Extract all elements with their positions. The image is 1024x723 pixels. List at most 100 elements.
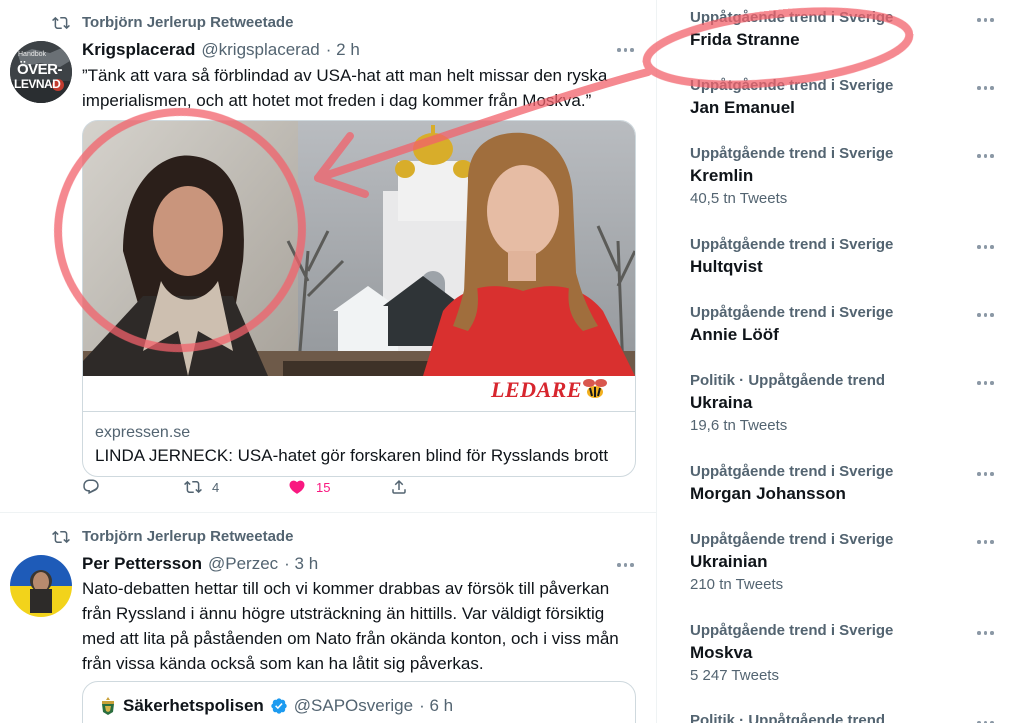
card-meta: expressen.se LINDA JERNECK: USA-hatet gö… (83, 411, 635, 476)
trend-context: Uppåtgående trend i Sverige (690, 622, 894, 639)
tweet-text-line: från vissa kända också som kan ha låtit … (82, 654, 484, 673)
tweet-text-line: med att lita på påståenden om Nato från … (82, 629, 619, 648)
more-options-icon[interactable] (977, 84, 997, 92)
more-options-icon[interactable] (977, 719, 997, 723)
trend-context: Uppåtgående trend i Sverige (690, 463, 894, 480)
trends-sidebar: Uppåtgående trend i Sverige Frida Strann… (657, 0, 1024, 723)
quoted-tweet[interactable]: Säkerhetspolisen @SAPOsverige · 6 h (82, 681, 636, 723)
more-options-icon[interactable] (617, 46, 637, 54)
trend-item[interactable]: Uppåtgående trend i Sverige Jan Emanuel (690, 76, 1010, 120)
like-button[interactable]: 15 (288, 478, 330, 496)
trend-context: Politik · Uppåtgående trend (690, 712, 886, 723)
trend-context: Uppåtgående trend i Sverige (690, 9, 894, 26)
retweet-button[interactable]: 4 (184, 478, 219, 496)
author-name[interactable]: Per Pettersson (82, 554, 202, 574)
trend-name: Kremlin (690, 166, 754, 185)
trend-tweet-count: 40,5 tn Tweets (690, 190, 788, 207)
quoted-tweet-header: Säkerhetspolisen @SAPOsverige · 6 h (99, 696, 453, 716)
heart-icon (289, 480, 305, 494)
trend-name: Morgan Johansson (690, 484, 846, 503)
retweet-icon (52, 530, 70, 544)
timeline-feed: Torbjörn Jerlerup Retweetade Handbok ÖVE… (0, 0, 657, 723)
tweet-header: Per Pettersson @Perzec · 3 h (82, 554, 318, 574)
avatar-text-large-2: LEVNAD (14, 77, 61, 91)
verified-badge-icon (271, 698, 287, 714)
author-name[interactable]: Krigsplacerad (82, 40, 195, 60)
tweet-actions: 4 15 (82, 478, 422, 498)
trend-item[interactable]: Uppåtgående trend i Sverige Moskva 5 247… (690, 621, 1010, 687)
trend-name: Ukrainian (690, 552, 768, 571)
trend-context: Uppåtgående trend i Sverige (690, 531, 894, 548)
author-handle[interactable]: @krigsplacerad (201, 40, 319, 60)
retweet-indicator: Torbjörn Jerlerup Retweetade (52, 528, 293, 545)
tweet-text-line: imperialismen, och att hotet mot freden … (82, 91, 592, 110)
share-button[interactable] (390, 478, 408, 496)
retweeted-by-label[interactable]: Torbjörn Jerlerup Retweetade (82, 528, 293, 545)
card-image: LEDARE (83, 121, 635, 411)
avatar-image (10, 555, 72, 617)
card-domain: expressen.se (95, 424, 191, 441)
trend-tweet-count: 5 247 Tweets (690, 667, 779, 684)
link-card[interactable]: LEDARE expressen.se LINDA JERNECK: USA-h… (82, 120, 636, 477)
avatar[interactable] (10, 555, 72, 617)
trend-name: Ukraina (690, 393, 753, 412)
tweet-text-line: ”Tänk att vara så förblindad av USA-hat … (82, 66, 608, 85)
more-options-icon[interactable] (977, 311, 997, 319)
tweet-time[interactable]: · 3 h (284, 554, 318, 574)
retweet-indicator: Torbjörn Jerlerup Retweetade (52, 14, 293, 31)
trend-item[interactable]: Uppåtgående trend i Sverige Kremlin 40,5… (690, 144, 1010, 210)
quoted-tweet-time[interactable]: · 6 h (419, 696, 453, 716)
reply-button[interactable] (82, 478, 100, 496)
ledare-badge: LEDARE (491, 377, 583, 402)
trend-item[interactable]: Politik · Uppåtgående trend (690, 711, 1010, 723)
tweet-header: Krigsplacerad @krigsplacerad · 2 h (82, 40, 360, 60)
quoted-author-name[interactable]: Säkerhetspolisen (123, 696, 264, 716)
tweet-text-line: Nato-debatten hettar till och vi kommer … (82, 579, 610, 598)
trend-item[interactable]: Uppåtgående trend i Sverige Annie Lööf (690, 303, 1010, 347)
like-count: 15 (316, 479, 331, 495)
card-title: LINDA JERNECK: USA-hatet gör forskaren b… (95, 446, 609, 465)
more-options-icon[interactable] (977, 470, 997, 478)
trend-context: Uppåtgående trend i Sverige (690, 145, 894, 162)
trend-item[interactable]: Politik · Uppåtgående trend Ukraina 19,6… (690, 371, 1010, 437)
tweet-text: ”Tänk att vara så förblindad av USA-hat … (82, 63, 607, 113)
tweet-krigsplacerad[interactable]: Torbjörn Jerlerup Retweetade Handbok ÖVE… (0, 0, 656, 512)
trend-item[interactable]: Uppåtgående trend i Sverige Hultqvist (690, 235, 1010, 279)
trend-tweet-count: 19,6 tn Tweets (690, 417, 788, 434)
trend-item[interactable]: Uppåtgående trend i Sverige Morgan Johan… (690, 462, 1010, 506)
retweet-icon (52, 16, 70, 30)
trend-name: Annie Lööf (690, 325, 779, 344)
quoted-author-handle[interactable]: @SAPOsverige (294, 696, 413, 716)
retweeted-by-label[interactable]: Torbjörn Jerlerup Retweetade (82, 14, 293, 31)
card-photo (83, 121, 635, 411)
retweet-icon (184, 480, 202, 494)
trend-context: Uppåtgående trend i Sverige (690, 77, 894, 94)
trend-tweet-count: 210 tn Tweets (690, 576, 784, 593)
reply-icon (83, 479, 99, 495)
more-options-icon[interactable] (617, 561, 637, 569)
more-options-icon[interactable] (977, 16, 997, 24)
tweet-time[interactable]: · 2 h (326, 40, 360, 60)
avatar-text-small: Handbok (18, 51, 47, 58)
tweet-text-line: från Ryssland i ännu högre utsträckning … (82, 604, 605, 623)
more-options-icon[interactable] (977, 629, 997, 637)
retweet-count: 4 (212, 479, 220, 495)
avatar-text-large: ÖVER- (17, 61, 63, 78)
trend-context: Politik · Uppåtgående trend (690, 372, 886, 389)
trend-item[interactable]: Uppåtgående trend i Sverige Frida Strann… (690, 8, 1010, 52)
trend-context: Uppåtgående trend i Sverige (690, 236, 894, 253)
share-icon (392, 479, 406, 494)
trend-name: Hultqvist (690, 257, 763, 276)
author-handle[interactable]: @Perzec (208, 554, 278, 574)
trend-context: Uppåtgående trend i Sverige (690, 304, 894, 321)
wasp-logo-icon (583, 379, 607, 398)
sapo-emblem-icon (102, 697, 114, 715)
more-options-icon[interactable] (977, 152, 997, 160)
avatar[interactable]: Handbok ÖVER- LEVNAD (10, 41, 72, 103)
more-options-icon[interactable] (977, 538, 997, 546)
trend-item[interactable]: Uppåtgående trend i Sverige Ukrainian 21… (690, 530, 1010, 596)
more-options-icon[interactable] (977, 243, 997, 251)
trend-name: Frida Stranne (690, 30, 800, 49)
more-options-icon[interactable] (977, 379, 997, 387)
tweet-text: Nato-debatten hettar till och vi kommer … (82, 576, 619, 676)
